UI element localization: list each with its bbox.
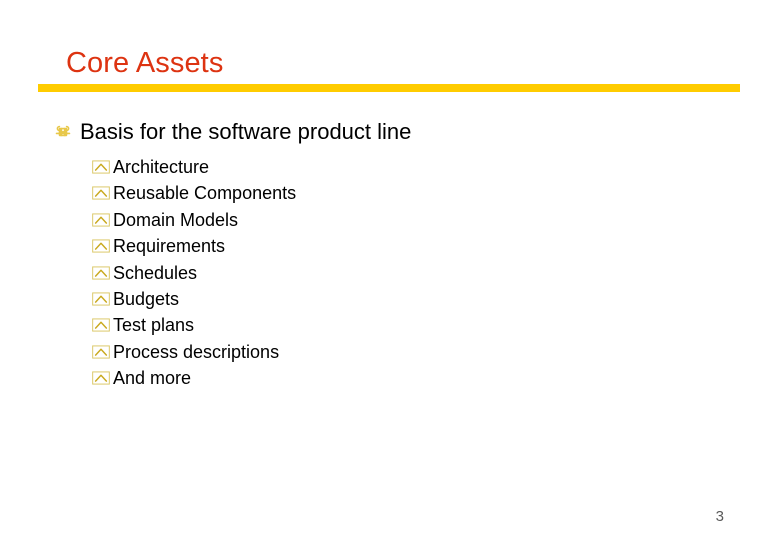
chevron-in-box-icon (92, 288, 112, 310)
chevron-in-box-icon (92, 314, 112, 336)
chevron-in-box-icon (92, 209, 112, 231)
list-item: Reusable Components (92, 182, 772, 208)
list-item: And more (92, 367, 772, 393)
chevron-in-box-icon (92, 262, 112, 284)
chevron-in-box-icon (92, 341, 112, 363)
list-item: Process descriptions (92, 341, 772, 367)
bullet-level2-list: Architecture Reusable Components Domain … (92, 156, 772, 394)
list-item-label: Budgets (113, 288, 180, 309)
page-number: 3 (715, 508, 724, 525)
list-item-label: And more (113, 368, 192, 389)
list-item-label: Test plans (113, 315, 195, 336)
title-divider-rule (38, 84, 740, 92)
slide-body: Basis for the software product line Arch… (54, 118, 734, 392)
page-title: Core Assets (66, 47, 224, 80)
chevron-in-box-icon (92, 367, 112, 389)
list-item-label: Reusable Components (113, 183, 297, 204)
list-item: Test plans (92, 314, 772, 340)
place-of-interest-sign-icon (54, 119, 80, 145)
list-item-label: Process descriptions (113, 341, 280, 362)
list-item-label: Schedules (113, 262, 198, 283)
chevron-in-box-icon (92, 156, 112, 178)
slide: Core Assets Basis for the software produ… (0, 0, 780, 540)
bullet-level1: Basis for the software product line (54, 118, 734, 148)
list-item: Budgets (92, 288, 772, 314)
list-item: Schedules (92, 262, 772, 288)
list-item-label: Architecture (113, 157, 210, 177)
chevron-in-box-icon (92, 182, 112, 204)
list-item: Domain Models (92, 209, 772, 235)
list-item-label: Requirements (113, 236, 226, 257)
list-item-label: Domain Models (113, 209, 239, 230)
list-item: Requirements (92, 235, 772, 261)
list-item: Architecture (92, 156, 772, 182)
bullet-level1-label: Basis for the software product line (80, 119, 412, 144)
chevron-in-box-icon (92, 235, 112, 257)
